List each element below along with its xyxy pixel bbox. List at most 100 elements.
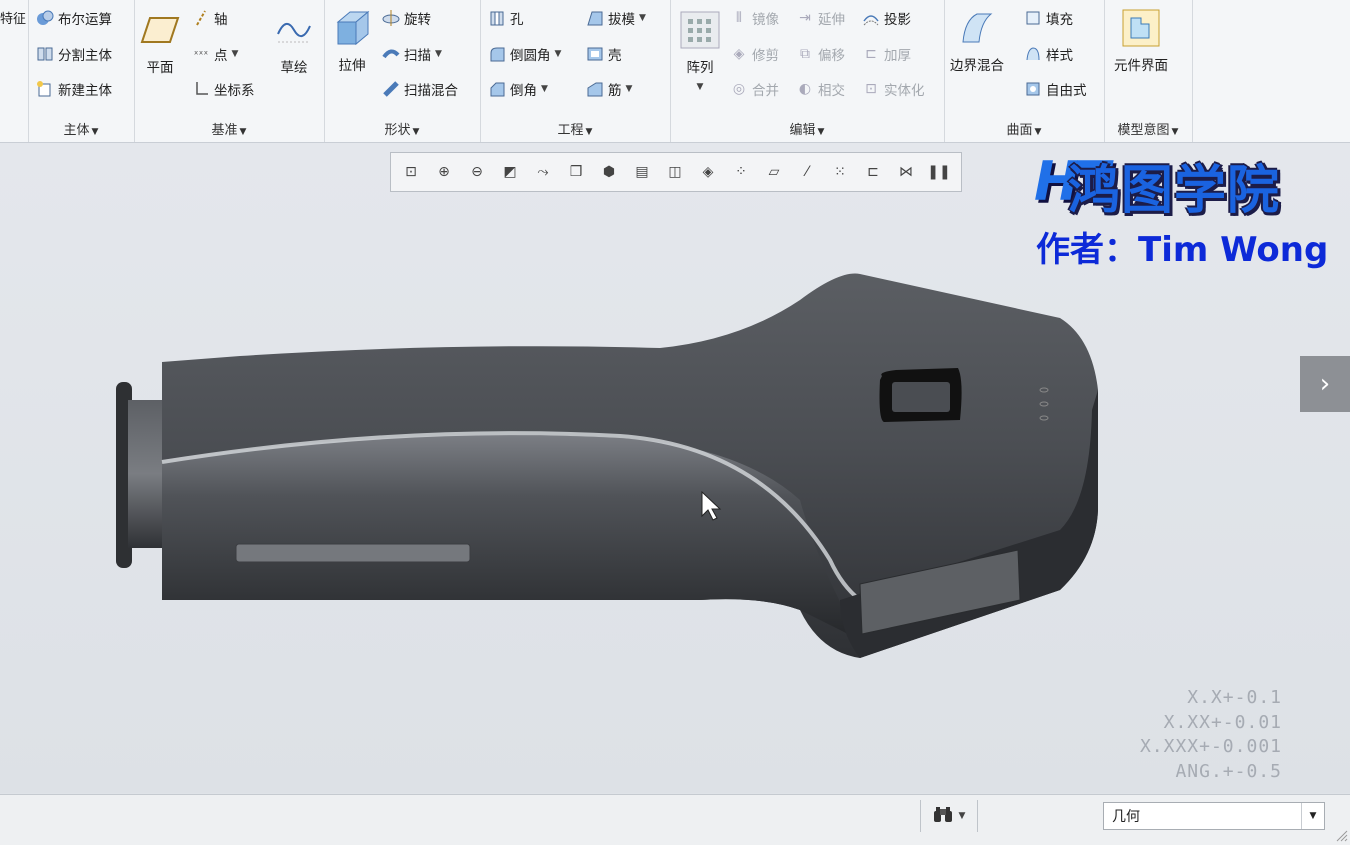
csys-button[interactable]: 坐标系 xyxy=(192,79,255,99)
extrude-button[interactable]: 拉伸 xyxy=(332,8,372,74)
round-button[interactable]: 倒圆角 ▼ xyxy=(488,44,561,64)
rib-button[interactable]: 筋 ▼ xyxy=(586,79,632,99)
rib-dropdown-icon[interactable]: ▼ xyxy=(626,84,633,94)
pattern-button[interactable]: 阵列 ▼ xyxy=(680,10,720,92)
perspective-icon[interactable]: ◫ xyxy=(663,160,687,184)
shell-icon xyxy=(586,45,604,63)
offset-button[interactable]: ⧉ 偏移 xyxy=(796,44,845,64)
zoom-out-icon[interactable]: ⊖ xyxy=(465,160,489,184)
pattern-label: 阵列 xyxy=(686,60,714,76)
sketch-button[interactable]: 草绘 xyxy=(274,10,314,76)
solidify-icon: ⊡ xyxy=(865,81,877,97)
project-button[interactable]: 投影 xyxy=(862,8,911,28)
ribbon-group-editing: 阵列 ▼ ⫴ 镜像 ⇥ 延伸 投影 ◈ 修剪 ⧉ 偏移 ⊏ 加厚 ◎ 合并 ◐ … xyxy=(670,0,945,142)
chevron-down-icon: ▼ xyxy=(585,127,593,137)
pattern-icon xyxy=(680,10,720,50)
chevron-down-icon: ▼ xyxy=(817,127,825,137)
swept-blend-button[interactable]: 扫描混合 xyxy=(382,79,458,99)
component-interface-label: 元件界面 xyxy=(1114,58,1168,74)
boolean-button[interactable]: 布尔运算 xyxy=(36,8,112,28)
revolve-label: 旋转 xyxy=(404,12,431,28)
group-label-model-intent[interactable]: 模型意图 ▼ xyxy=(1104,119,1192,138)
round-dropdown-icon[interactable]: ▼ xyxy=(555,49,562,59)
extend-button[interactable]: ⇥ 延伸 xyxy=(796,8,845,28)
rib-label: 筋 xyxy=(608,83,622,99)
freestyle-button[interactable]: 自由式 xyxy=(1024,79,1087,99)
section-icon[interactable]: ◈ xyxy=(696,160,720,184)
new-body-button[interactable]: 新建主体 xyxy=(36,79,112,99)
boundary-blend-button[interactable]: 边界混合 xyxy=(950,8,1004,74)
group-label-datum-text: 基准 xyxy=(211,123,238,138)
axis-display-icon[interactable]: ⁄ xyxy=(795,160,819,184)
merge-button[interactable]: ◎ 合并 xyxy=(730,79,779,99)
boolean-icon xyxy=(36,9,54,27)
view-toolbar: ⊡ ⊕ ⊖ ◩ ⤳ ❒ ⬢ ▤ ◫ ◈ ⁘ ▱ ⁄ ⁙ ⊏ ⋈ ❚❚ xyxy=(390,152,962,192)
ribbon-group-datum: 平面 轴 ˣˣˣ 点 ▼ 坐标系 草绘 基准 ▼ xyxy=(134,0,325,142)
new-body-icon xyxy=(36,80,54,98)
reorient-icon[interactable]: ⤳ xyxy=(531,160,555,184)
group-label-surfaces[interactable]: 曲面 ▼ xyxy=(944,119,1104,138)
saved-views-icon[interactable]: ❒ xyxy=(564,160,588,184)
group-label-shapes[interactable]: 形状 ▼ xyxy=(324,119,480,138)
shell-button[interactable]: 壳 xyxy=(586,44,622,64)
trim-button[interactable]: ◈ 修剪 xyxy=(730,44,779,64)
chevron-down-icon: ▼ xyxy=(239,127,247,137)
group-label-engineering[interactable]: 工程 ▼ xyxy=(480,119,670,138)
thicken-button[interactable]: ⊏ 加厚 xyxy=(862,44,911,64)
sweep-dropdown-icon[interactable]: ▼ xyxy=(435,49,442,59)
point-display-icon[interactable]: ⁙ xyxy=(828,160,852,184)
merge-icon: ◎ xyxy=(732,81,746,97)
csys-display-icon[interactable]: ⊏ xyxy=(861,160,885,184)
datum-display-icon[interactable]: ⁘ xyxy=(729,160,753,184)
revolve-button[interactable]: 旋转 xyxy=(382,8,431,28)
next-arrow-button[interactable]: › xyxy=(1300,356,1350,412)
fill-button[interactable]: 填充 xyxy=(1024,8,1073,28)
chamfer-dropdown-icon[interactable]: ▼ xyxy=(541,84,548,94)
find-button[interactable]: ▼ xyxy=(920,800,978,832)
group-label-datum[interactable]: 基准 ▼ xyxy=(134,119,324,138)
pattern-dropdown-icon[interactable]: ▼ xyxy=(697,82,704,92)
ribbon-group-body: 布尔运算 分割主体 新建主体 主体 ▼ xyxy=(28,0,135,142)
component-interface-button[interactable]: 元件界面 xyxy=(1114,8,1168,74)
group-label-body[interactable]: 主体 ▼ xyxy=(28,119,134,138)
view-manager-icon[interactable]: ▤ xyxy=(630,160,654,184)
zoom-in-icon[interactable]: ⊕ xyxy=(432,160,456,184)
annotation-display-icon[interactable]: ⋈ xyxy=(894,160,918,184)
solidify-button[interactable]: ⊡ 实体化 xyxy=(862,79,924,99)
display-style-icon[interactable]: ⬢ xyxy=(597,160,621,184)
pause-icon[interactable]: ❚❚ xyxy=(927,160,951,184)
group-label-editing[interactable]: 编辑 ▼ xyxy=(670,119,944,138)
sweep-label: 扫描 xyxy=(404,48,431,64)
extrude-icon xyxy=(332,8,372,48)
hole-button[interactable]: 孔 xyxy=(488,8,524,28)
draft-dropdown-icon[interactable]: ▼ xyxy=(639,13,646,23)
mirror-button[interactable]: ⫴ 镜像 xyxy=(730,8,779,28)
sweep-button[interactable]: 扫描 ▼ xyxy=(382,44,442,64)
round-icon xyxy=(488,45,506,63)
chamfer-button[interactable]: 倒角 ▼ xyxy=(488,79,548,99)
tolerance-line: ANG.+-0.5 xyxy=(1175,760,1282,782)
refit-icon[interactable]: ⊡ xyxy=(399,160,423,184)
plane-button[interactable]: 平面 xyxy=(140,10,180,76)
split-body-button[interactable]: 分割主体 xyxy=(36,44,112,64)
selection-filter-select[interactable]: 几何 ▼ xyxy=(1103,802,1325,830)
style-label: 样式 xyxy=(1046,48,1073,64)
group-label-model-intent-text: 模型意图 xyxy=(1117,123,1170,138)
axis-icon xyxy=(192,9,210,27)
plane-label: 平面 xyxy=(146,60,174,76)
repaint-icon[interactable]: ◩ xyxy=(498,160,522,184)
tolerance-line: X.XX+-0.01 xyxy=(1163,711,1282,733)
axis-button[interactable]: 轴 xyxy=(192,8,228,28)
point-dropdown-icon[interactable]: ▼ xyxy=(232,49,239,59)
freestyle-icon xyxy=(1024,80,1042,98)
draft-button[interactable]: 拔模 ▼ xyxy=(586,8,646,28)
resize-grip-icon[interactable] xyxy=(1334,828,1348,842)
intersect-button[interactable]: ◐ 相交 xyxy=(796,79,845,99)
3d-model[interactable] xyxy=(100,260,1110,670)
selection-filter-value: 几何 xyxy=(1112,809,1140,825)
point-button[interactable]: ˣˣˣ 点 ▼ xyxy=(192,44,239,65)
trim-icon: ◈ xyxy=(733,46,745,62)
style-button[interactable]: 样式 xyxy=(1024,44,1073,64)
extend-label: 延伸 xyxy=(818,12,845,28)
plane-display-icon[interactable]: ▱ xyxy=(762,160,786,184)
